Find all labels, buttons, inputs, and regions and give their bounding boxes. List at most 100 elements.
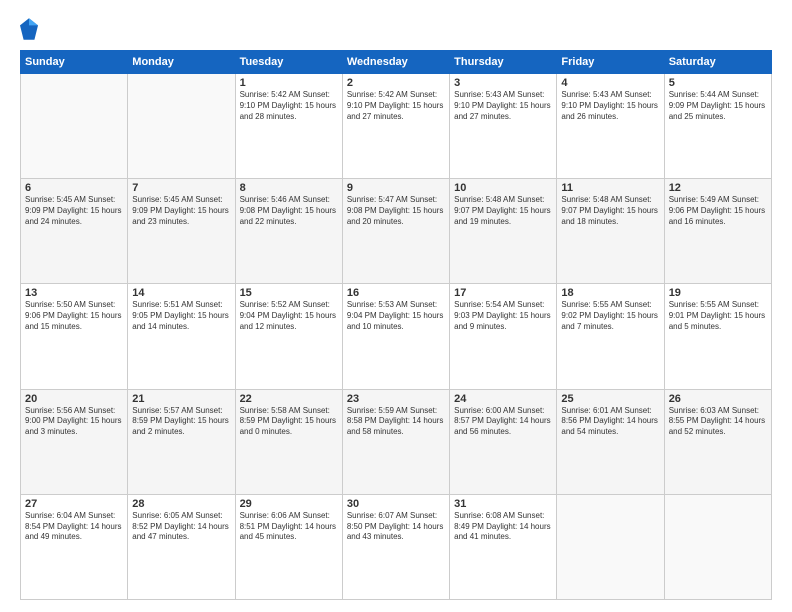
- calendar-cell: 24Sunrise: 6:00 AM Sunset: 8:57 PM Dayli…: [450, 389, 557, 494]
- day-header-tuesday: Tuesday: [235, 51, 342, 74]
- calendar-cell: 27Sunrise: 6:04 AM Sunset: 8:54 PM Dayli…: [21, 494, 128, 599]
- calendar-cell: 4Sunrise: 5:43 AM Sunset: 9:10 PM Daylig…: [557, 74, 664, 179]
- day-header-monday: Monday: [128, 51, 235, 74]
- calendar-cell: 17Sunrise: 5:54 AM Sunset: 9:03 PM Dayli…: [450, 284, 557, 389]
- day-number: 20: [25, 393, 123, 405]
- day-info: Sunrise: 5:53 AM Sunset: 9:04 PM Dayligh…: [347, 300, 445, 332]
- day-number: 4: [561, 77, 659, 89]
- day-info: Sunrise: 6:03 AM Sunset: 8:55 PM Dayligh…: [669, 406, 767, 438]
- header: [20, 18, 772, 40]
- day-info: Sunrise: 5:50 AM Sunset: 9:06 PM Dayligh…: [25, 300, 123, 332]
- day-info: Sunrise: 6:05 AM Sunset: 8:52 PM Dayligh…: [132, 511, 230, 543]
- calendar-cell: 5Sunrise: 5:44 AM Sunset: 9:09 PM Daylig…: [664, 74, 771, 179]
- day-info: Sunrise: 5:55 AM Sunset: 9:02 PM Dayligh…: [561, 300, 659, 332]
- day-number: 18: [561, 287, 659, 299]
- calendar-week-row: 1Sunrise: 5:42 AM Sunset: 9:10 PM Daylig…: [21, 74, 772, 179]
- calendar-header-row: SundayMondayTuesdayWednesdayThursdayFrid…: [21, 51, 772, 74]
- day-info: Sunrise: 5:58 AM Sunset: 8:59 PM Dayligh…: [240, 406, 338, 438]
- day-number: 22: [240, 393, 338, 405]
- day-header-thursday: Thursday: [450, 51, 557, 74]
- day-number: 25: [561, 393, 659, 405]
- day-number: 6: [25, 182, 123, 194]
- calendar-cell: [664, 494, 771, 599]
- logo: [20, 18, 42, 40]
- day-info: Sunrise: 6:01 AM Sunset: 8:56 PM Dayligh…: [561, 406, 659, 438]
- day-info: Sunrise: 5:59 AM Sunset: 8:58 PM Dayligh…: [347, 406, 445, 438]
- day-number: 31: [454, 498, 552, 510]
- day-info: Sunrise: 5:45 AM Sunset: 9:09 PM Dayligh…: [25, 195, 123, 227]
- calendar-cell: 8Sunrise: 5:46 AM Sunset: 9:08 PM Daylig…: [235, 179, 342, 284]
- calendar-week-row: 27Sunrise: 6:04 AM Sunset: 8:54 PM Dayli…: [21, 494, 772, 599]
- day-number: 11: [561, 182, 659, 194]
- calendar-cell: 13Sunrise: 5:50 AM Sunset: 9:06 PM Dayli…: [21, 284, 128, 389]
- calendar-cell: 12Sunrise: 5:49 AM Sunset: 9:06 PM Dayli…: [664, 179, 771, 284]
- day-number: 21: [132, 393, 230, 405]
- day-number: 12: [669, 182, 767, 194]
- day-number: 26: [669, 393, 767, 405]
- day-info: Sunrise: 6:04 AM Sunset: 8:54 PM Dayligh…: [25, 511, 123, 543]
- day-info: Sunrise: 5:56 AM Sunset: 9:00 PM Dayligh…: [25, 406, 123, 438]
- day-header-saturday: Saturday: [664, 51, 771, 74]
- day-info: Sunrise: 5:54 AM Sunset: 9:03 PM Dayligh…: [454, 300, 552, 332]
- day-info: Sunrise: 5:44 AM Sunset: 9:09 PM Dayligh…: [669, 90, 767, 122]
- calendar-cell: 25Sunrise: 6:01 AM Sunset: 8:56 PM Dayli…: [557, 389, 664, 494]
- calendar-cell: [21, 74, 128, 179]
- day-number: 1: [240, 77, 338, 89]
- day-number: 3: [454, 77, 552, 89]
- day-info: Sunrise: 5:48 AM Sunset: 9:07 PM Dayligh…: [561, 195, 659, 227]
- page: SundayMondayTuesdayWednesdayThursdayFrid…: [0, 0, 792, 612]
- day-info: Sunrise: 6:00 AM Sunset: 8:57 PM Dayligh…: [454, 406, 552, 438]
- day-number: 2: [347, 77, 445, 89]
- day-info: Sunrise: 5:52 AM Sunset: 9:04 PM Dayligh…: [240, 300, 338, 332]
- day-number: 9: [347, 182, 445, 194]
- day-info: Sunrise: 6:07 AM Sunset: 8:50 PM Dayligh…: [347, 511, 445, 543]
- day-info: Sunrise: 5:57 AM Sunset: 8:59 PM Dayligh…: [132, 406, 230, 438]
- day-info: Sunrise: 5:46 AM Sunset: 9:08 PM Dayligh…: [240, 195, 338, 227]
- day-header-friday: Friday: [557, 51, 664, 74]
- calendar-cell: [128, 74, 235, 179]
- calendar-cell: 3Sunrise: 5:43 AM Sunset: 9:10 PM Daylig…: [450, 74, 557, 179]
- calendar-cell: 16Sunrise: 5:53 AM Sunset: 9:04 PM Dayli…: [342, 284, 449, 389]
- day-info: Sunrise: 5:49 AM Sunset: 9:06 PM Dayligh…: [669, 195, 767, 227]
- day-number: 27: [25, 498, 123, 510]
- calendar-cell: 1Sunrise: 5:42 AM Sunset: 9:10 PM Daylig…: [235, 74, 342, 179]
- calendar-cell: 29Sunrise: 6:06 AM Sunset: 8:51 PM Dayli…: [235, 494, 342, 599]
- calendar-cell: 18Sunrise: 5:55 AM Sunset: 9:02 PM Dayli…: [557, 284, 664, 389]
- day-number: 13: [25, 287, 123, 299]
- calendar-cell: 11Sunrise: 5:48 AM Sunset: 9:07 PM Dayli…: [557, 179, 664, 284]
- calendar-cell: 7Sunrise: 5:45 AM Sunset: 9:09 PM Daylig…: [128, 179, 235, 284]
- day-number: 5: [669, 77, 767, 89]
- day-info: Sunrise: 6:08 AM Sunset: 8:49 PM Dayligh…: [454, 511, 552, 543]
- day-number: 15: [240, 287, 338, 299]
- calendar-week-row: 6Sunrise: 5:45 AM Sunset: 9:09 PM Daylig…: [21, 179, 772, 284]
- calendar-cell: 2Sunrise: 5:42 AM Sunset: 9:10 PM Daylig…: [342, 74, 449, 179]
- day-info: Sunrise: 5:42 AM Sunset: 9:10 PM Dayligh…: [347, 90, 445, 122]
- day-number: 10: [454, 182, 552, 194]
- day-header-sunday: Sunday: [21, 51, 128, 74]
- calendar-cell: [557, 494, 664, 599]
- day-number: 30: [347, 498, 445, 510]
- day-info: Sunrise: 5:48 AM Sunset: 9:07 PM Dayligh…: [454, 195, 552, 227]
- day-number: 29: [240, 498, 338, 510]
- day-number: 8: [240, 182, 338, 194]
- calendar-cell: 9Sunrise: 5:47 AM Sunset: 9:08 PM Daylig…: [342, 179, 449, 284]
- day-number: 28: [132, 498, 230, 510]
- day-number: 14: [132, 287, 230, 299]
- calendar-cell: 14Sunrise: 5:51 AM Sunset: 9:05 PM Dayli…: [128, 284, 235, 389]
- day-info: Sunrise: 5:42 AM Sunset: 9:10 PM Dayligh…: [240, 90, 338, 122]
- day-number: 7: [132, 182, 230, 194]
- day-info: Sunrise: 5:47 AM Sunset: 9:08 PM Dayligh…: [347, 195, 445, 227]
- calendar-week-row: 13Sunrise: 5:50 AM Sunset: 9:06 PM Dayli…: [21, 284, 772, 389]
- day-info: Sunrise: 5:43 AM Sunset: 9:10 PM Dayligh…: [454, 90, 552, 122]
- calendar-cell: 31Sunrise: 6:08 AM Sunset: 8:49 PM Dayli…: [450, 494, 557, 599]
- calendar-cell: 23Sunrise: 5:59 AM Sunset: 8:58 PM Dayli…: [342, 389, 449, 494]
- calendar-cell: 28Sunrise: 6:05 AM Sunset: 8:52 PM Dayli…: [128, 494, 235, 599]
- calendar-table: SundayMondayTuesdayWednesdayThursdayFrid…: [20, 50, 772, 600]
- day-number: 23: [347, 393, 445, 405]
- day-info: Sunrise: 5:55 AM Sunset: 9:01 PM Dayligh…: [669, 300, 767, 332]
- day-number: 19: [669, 287, 767, 299]
- day-info: Sunrise: 5:43 AM Sunset: 9:10 PM Dayligh…: [561, 90, 659, 122]
- calendar-cell: 15Sunrise: 5:52 AM Sunset: 9:04 PM Dayli…: [235, 284, 342, 389]
- calendar-week-row: 20Sunrise: 5:56 AM Sunset: 9:00 PM Dayli…: [21, 389, 772, 494]
- day-number: 24: [454, 393, 552, 405]
